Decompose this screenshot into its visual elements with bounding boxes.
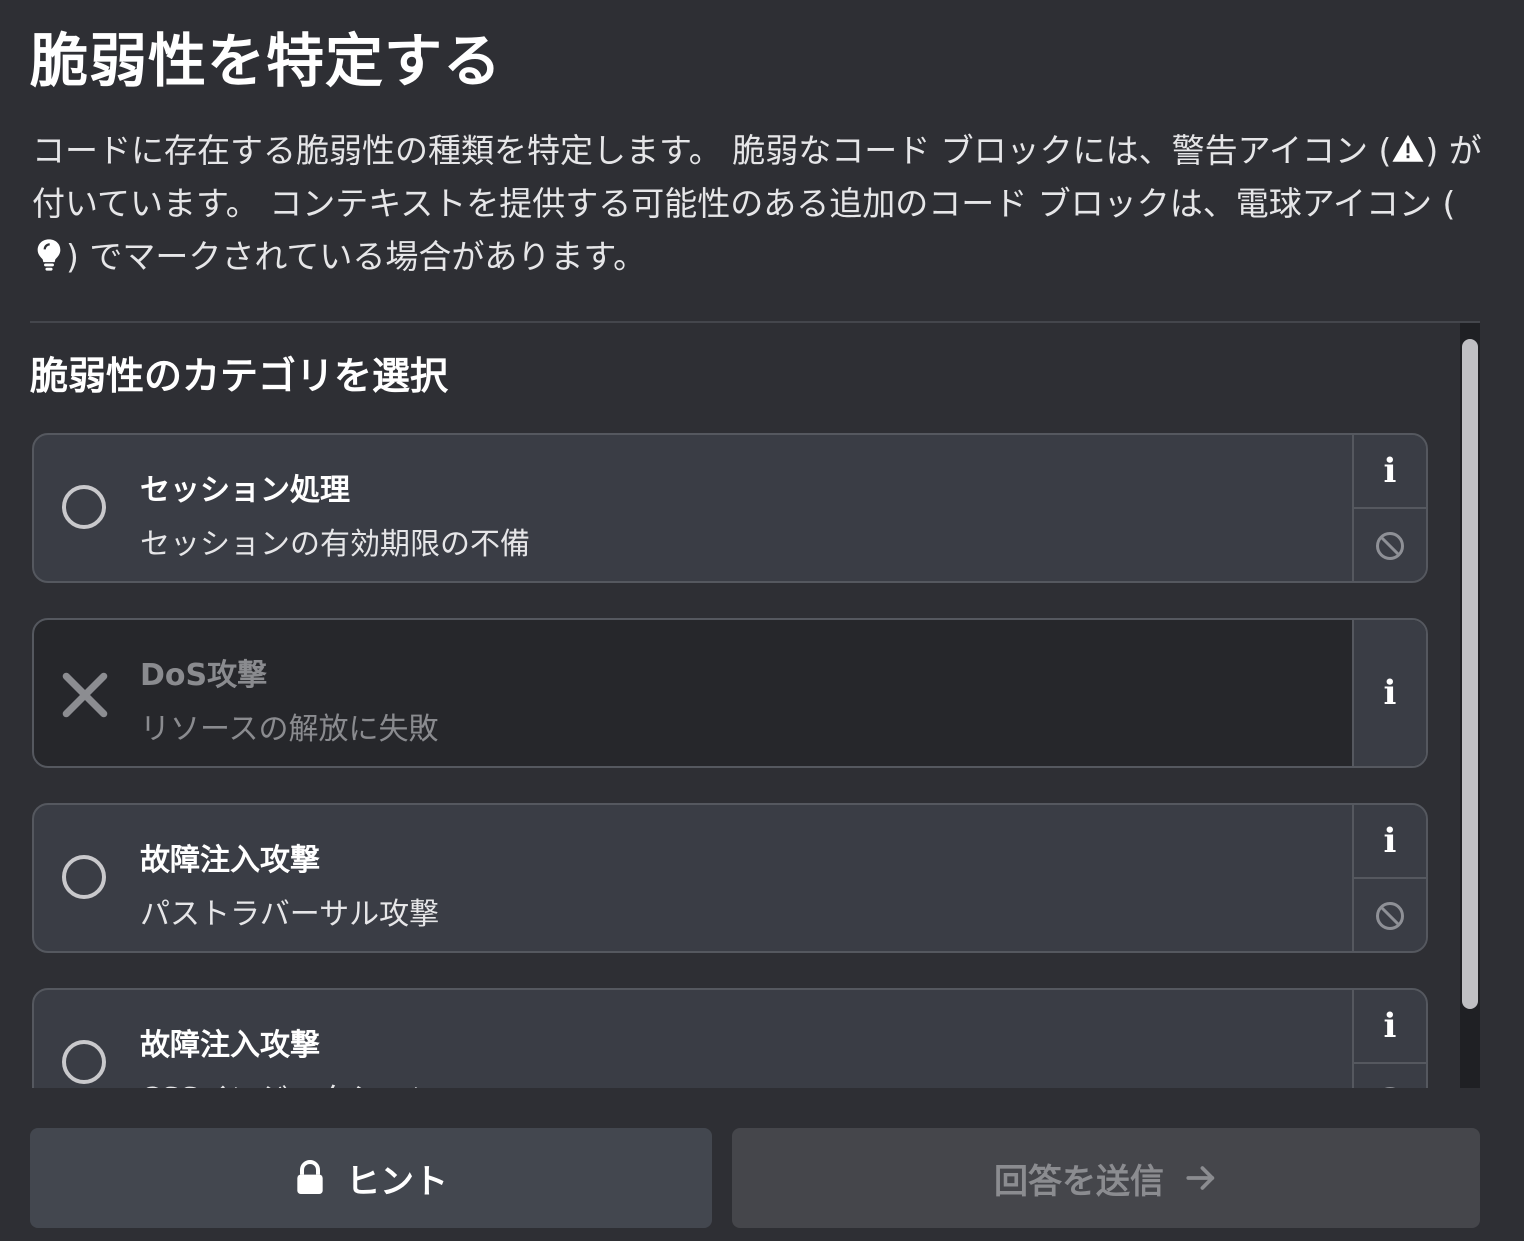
info-button[interactable]: i: [1354, 990, 1426, 1064]
option-title: セッション処理: [140, 473, 350, 508]
hint-button[interactable]: ヒント: [30, 1128, 712, 1228]
lock-icon: [297, 1160, 323, 1194]
ban-icon: [1384, 1087, 1396, 1088]
x-mark-icon: [62, 672, 108, 718]
info-icon: i: [1383, 451, 1397, 491]
category-option[interactable]: 故障注入攻撃 パストラバーサル攻撃 i: [32, 803, 1428, 953]
section-title: 脆弱性のカテゴリを選択: [30, 354, 449, 398]
category-option[interactable]: 故障注入攻撃 CSSインジェクション i: [32, 988, 1428, 1088]
description-part-3: ) でマークされている場合があります。: [66, 237, 647, 276]
option-subtitle: CSSインジェクション: [140, 1074, 439, 1088]
option-side-actions: i: [1352, 805, 1426, 951]
category-list-scroll-area[interactable]: 脆弱性のカテゴリを選択 セッション処理 セッションの有効期限の不備 i DoS攻…: [30, 323, 1480, 1088]
eliminate-button[interactable]: [1354, 879, 1426, 951]
option-subtitle: セッションの有効期限の不備: [140, 527, 530, 562]
option-subtitle: パストラバーサル攻撃: [140, 897, 440, 932]
info-icon: i: [1383, 821, 1397, 861]
eliminate-button[interactable]: [1354, 1064, 1426, 1088]
info-icon: i: [1383, 673, 1397, 713]
scrollbar-thumb[interactable]: [1462, 339, 1478, 1009]
category-option-eliminated[interactable]: DoS攻撃 リソースの解放に失敗 i: [32, 618, 1428, 768]
hint-button-label: ヒント: [346, 1161, 448, 1202]
radio-button[interactable]: [62, 485, 106, 529]
scrollbar-track[interactable]: [1460, 323, 1480, 1088]
info-icon: i: [1383, 1006, 1397, 1046]
lightbulb-icon: [37, 239, 61, 271]
arrow-right-icon: [1186, 1166, 1215, 1190]
eliminate-button[interactable]: [1354, 509, 1426, 581]
ban-icon: [1376, 902, 1404, 930]
info-button[interactable]: i: [1354, 435, 1426, 509]
warning-icon: [1392, 134, 1424, 162]
option-side-actions: i: [1352, 435, 1426, 581]
option-title: DoS攻撃: [140, 658, 268, 693]
page-description: コードに存在する脆弱性の種類を特定します。 脆弱なコード ブロックには、警告アイ…: [32, 124, 1482, 283]
submit-button-label: 回答を送信: [994, 1161, 1164, 1202]
submit-answer-button[interactable]: 回答を送信: [732, 1128, 1480, 1228]
radio-button[interactable]: [62, 1040, 106, 1084]
option-side-actions: i: [1352, 990, 1426, 1088]
option-subtitle: リソースの解放に失敗: [140, 712, 439, 747]
option-title: 故障注入攻撃: [140, 843, 320, 878]
radio-button[interactable]: [62, 855, 106, 899]
action-bar: ヒント 回答を送信: [30, 1128, 1480, 1228]
ban-icon: [1376, 532, 1404, 560]
info-button[interactable]: i: [1354, 805, 1426, 879]
description-part-1: コードに存在する脆弱性の種類を特定します。 脆弱なコード ブロックには、警告アイ…: [32, 131, 1392, 170]
info-button[interactable]: i: [1354, 620, 1426, 766]
category-option[interactable]: セッション処理 セッションの有効期限の不備 i: [32, 433, 1428, 583]
page: 脆弱性を特定する コードに存在する脆弱性の種類を特定します。 脆弱なコード ブロ…: [0, 0, 1524, 1241]
page-title: 脆弱性を特定する: [30, 27, 503, 95]
option-side-actions: i: [1352, 620, 1426, 766]
option-title: 故障注入攻撃: [140, 1028, 320, 1063]
